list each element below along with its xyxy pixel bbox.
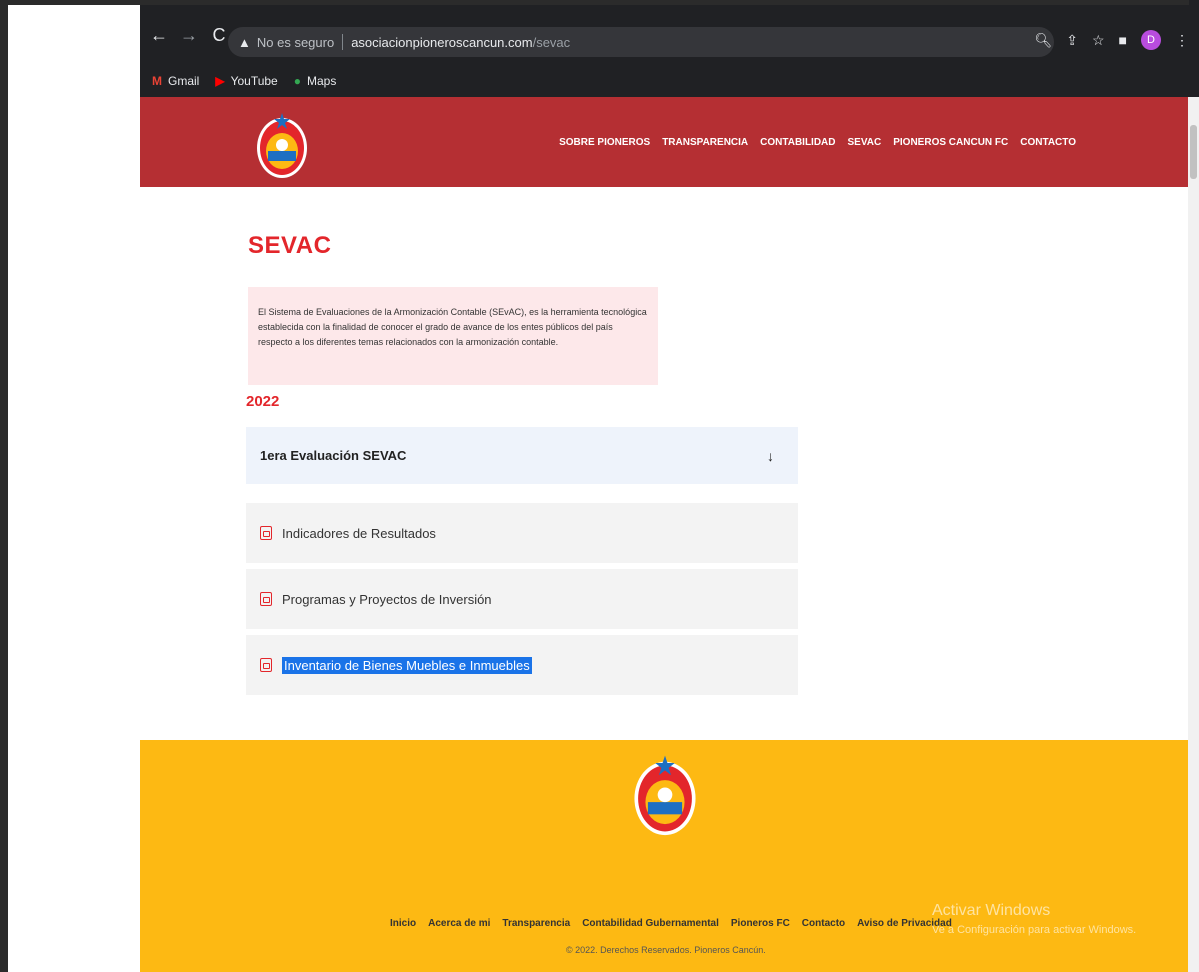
- footer-link-contacto[interactable]: Contacto: [802, 918, 845, 929]
- arrow-down-icon[interactable]: ↓: [767, 448, 774, 464]
- share-icon[interactable]: ⇪: [1066, 32, 1078, 49]
- maps-icon: ●: [293, 74, 301, 88]
- document-label[interactable]: Programas y Proyectos de Inversión: [282, 592, 492, 607]
- description-box: El Sistema de Evaluaciones de la Armoniz…: [248, 287, 658, 385]
- footer-link-pioneros-fc[interactable]: Pioneros FC: [731, 918, 790, 929]
- main-nav: SOBRE PIONEROS TRANSPARENCIA CONTABILIDA…: [559, 137, 1076, 148]
- back-icon[interactable]: ←: [148, 24, 170, 46]
- bookmark-youtube[interactable]: ▶ YouTube: [215, 74, 277, 88]
- bookmark-star-icon[interactable]: ☆: [1092, 32, 1105, 49]
- profile-avatar[interactable]: D: [1141, 30, 1161, 50]
- menu-dots-icon[interactable]: ⋮: [1175, 32, 1189, 49]
- page-scrollbar[interactable]: [1188, 97, 1199, 972]
- address-separator: [342, 34, 344, 50]
- windows-activation-watermark: Activar Windows Ve a Configuración para …: [932, 902, 1136, 936]
- document-label-selected[interactable]: Inventario de Bienes Muebles e Inmuebles: [282, 656, 532, 674]
- bookmark-label: YouTube: [230, 74, 278, 88]
- browser-chrome: ← → C ▲ No es seguro asociacionpionerosc…: [140, 5, 1199, 97]
- address-bar[interactable]: ▲ No es seguro asociacionpioneroscancun.…: [228, 27, 1054, 57]
- bookmark-label: Gmail: [168, 74, 200, 88]
- nav-transparencia[interactable]: TRANSPARENCIA: [662, 137, 748, 148]
- page-title: SEVAC: [248, 232, 332, 259]
- site-header: SOBRE PIONEROS TRANSPARENCIA CONTABILIDA…: [140, 97, 1188, 187]
- footer-link-transparencia[interactable]: Transparencia: [502, 918, 570, 929]
- site-footer: Inicio Acerca de mi Transparencia Contab…: [140, 740, 1188, 972]
- sidepanel-icon[interactable]: ■: [1119, 32, 1127, 48]
- pioneros-logo[interactable]: [255, 111, 309, 181]
- activation-title: Activar Windows: [932, 902, 1051, 919]
- document-label[interactable]: Indicadores de Resultados: [282, 526, 436, 541]
- nav-pioneros-cancun-fc[interactable]: PIONEROS CANCUN FC: [893, 137, 1008, 148]
- pdf-icon: [260, 658, 272, 672]
- bookmark-maps[interactable]: ● Maps: [294, 74, 337, 88]
- gmail-icon: M: [152, 74, 162, 88]
- document-item[interactable]: Programas y Proyectos de Inversión: [246, 569, 798, 629]
- scroll-thumb[interactable]: [1190, 125, 1197, 179]
- copyright: © 2022. Derechos Reservados. Pioneros Ca…: [566, 945, 766, 955]
- bookmark-gmail[interactable]: M Gmail: [152, 74, 199, 88]
- footer-link-acerca[interactable]: Acerca de mi: [428, 918, 490, 929]
- left-window-edge: [0, 0, 8, 972]
- web-page: SOBRE PIONEROS TRANSPARENCIA CONTABILIDA…: [140, 97, 1188, 972]
- reload-icon[interactable]: C: [208, 24, 230, 46]
- nav-sevac[interactable]: SEVAC: [848, 137, 882, 148]
- url-path[interactable]: /sevac: [533, 35, 571, 50]
- document-item[interactable]: Indicadores de Resultados: [246, 503, 798, 563]
- youtube-icon: ▶: [215, 74, 225, 88]
- nav-contacto[interactable]: CONTACTO: [1020, 137, 1076, 148]
- zoom-icon[interactable]: 🔍︎: [1034, 32, 1052, 49]
- url-domain[interactable]: asociacionpioneroscancun.com: [351, 35, 532, 50]
- accordion-evaluation[interactable]: 1era Evaluación SEVAC ↓: [246, 427, 798, 484]
- pdf-icon: [260, 592, 272, 606]
- forward-icon[interactable]: →: [178, 24, 200, 46]
- browser-actions: 🔍︎ ⇪ ☆ ■ D ⋮: [1034, 30, 1189, 50]
- warning-icon[interactable]: ▲: [238, 35, 251, 50]
- footer-link-contabilidad[interactable]: Contabilidad Gubernamental: [582, 918, 719, 929]
- document-item[interactable]: Inventario de Bienes Muebles e Inmuebles: [246, 635, 798, 695]
- footer-link-inicio[interactable]: Inicio: [390, 918, 416, 929]
- security-label[interactable]: No es seguro: [257, 35, 334, 50]
- year-heading: 2022: [246, 393, 280, 410]
- activation-subtitle: Ve a Configuración para activar Windows.: [932, 924, 1137, 936]
- accordion-label: 1era Evaluación SEVAC: [260, 448, 407, 463]
- bookmarks-bar: M Gmail ▶ YouTube ● Maps: [140, 67, 1199, 95]
- pioneros-footer-logo: [634, 755, 696, 836]
- pdf-icon: [260, 526, 272, 540]
- nav-contabilidad[interactable]: CONTABILIDAD: [760, 137, 835, 148]
- bookmark-label: Maps: [306, 74, 337, 88]
- nav-sobre-pioneros[interactable]: SOBRE PIONEROS: [559, 137, 650, 148]
- footer-nav: Inicio Acerca de mi Transparencia Contab…: [390, 918, 952, 929]
